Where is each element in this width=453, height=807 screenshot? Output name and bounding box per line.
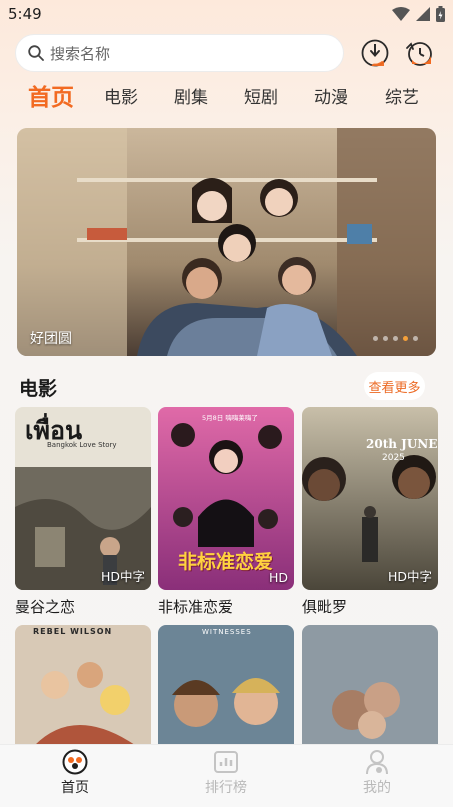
poster-image [302, 625, 438, 745]
nav-label: 排行榜 [205, 780, 247, 796]
poster-subtitle-text: 5月8日 嗨嗨莱嗨了 [202, 414, 258, 422]
tab-series[interactable]: 剧集 [174, 80, 208, 116]
download-icon[interactable] [360, 38, 390, 68]
featured-banner[interactable]: 好团圆 [17, 128, 436, 356]
movie-poster: 20th JUNE 2025 HD中字 [302, 407, 438, 590]
search-placeholder: 搜索名称 [50, 44, 111, 63]
history-icon[interactable] [404, 38, 434, 68]
nav-profile[interactable]: 我的 [337, 749, 417, 797]
movie-title: 非标准恋爱 [158, 598, 234, 616]
nav-ranking[interactable]: 排行榜 [186, 749, 266, 797]
nav-label: 首页 [61, 780, 89, 796]
tab-variety[interactable]: 综艺 [385, 80, 419, 116]
movie-card[interactable]: เพื่อน Bangkok Love Story HD中字 曼谷之恋 [15, 407, 151, 617]
movie-poster[interactable] [302, 625, 438, 745]
poster-title-text: 非标准恋爱 [178, 551, 274, 573]
poster-image [158, 625, 294, 745]
poster-subtitle-text: Bangkok Love Story [47, 441, 117, 449]
category-tabs: 首页 电影 剧集 短剧 动漫 综艺 [0, 80, 453, 116]
movie-title: 俱毗罗 [302, 598, 348, 616]
home-icon [62, 749, 88, 775]
pagination-dot [393, 336, 398, 341]
profile-icon [366, 750, 388, 775]
search-input[interactable]: 搜索名称 [15, 34, 344, 72]
quality-badge: HD中字 [387, 569, 432, 584]
banner-pagination [373, 336, 418, 341]
poster-title-text: REBEL WILSON [33, 627, 113, 636]
movie-card[interactable]: 非标准恋爱 5月8日 嗨嗨莱嗨了 HD 非标准恋爱 [158, 407, 294, 617]
section-title-movies: 电影 [19, 378, 58, 400]
nav-label: 我的 [363, 780, 391, 796]
tab-shorts[interactable]: 短剧 [244, 80, 278, 116]
movie-poster: 非标准恋爱 5月8日 嗨嗨莱嗨了 HD [158, 407, 294, 590]
status-time: 5:49 [8, 5, 42, 23]
view-more-button[interactable]: 查看更多 [364, 372, 425, 400]
quality-badge: HD [268, 570, 288, 585]
tab-movies[interactable]: 电影 [104, 80, 138, 116]
status-icons [392, 6, 445, 22]
pagination-dot [373, 336, 378, 341]
movie-poster[interactable]: WITNESSES [158, 625, 294, 745]
pagination-dot [413, 336, 418, 341]
poster-title-text: 20th JUNE [366, 437, 438, 451]
signal-icon [416, 7, 430, 21]
ranking-icon [214, 751, 238, 773]
tab-anime[interactable]: 动漫 [314, 80, 348, 116]
movie-card[interactable]: 20th JUNE 2025 HD中字 俱毗罗 [302, 407, 438, 617]
poster-image [15, 625, 151, 745]
pagination-dot-active [403, 336, 408, 341]
banner-image [17, 128, 436, 356]
search-icon [28, 45, 44, 61]
nav-home[interactable]: 首页 [35, 749, 115, 797]
bottom-navigation: 首页 排行榜 我的 [0, 744, 453, 807]
wifi-icon [392, 7, 410, 21]
movie-poster[interactable]: REBEL WILSON [15, 625, 151, 745]
banner-title: 好团圆 [30, 331, 72, 347]
battery-icon [436, 6, 445, 22]
status-bar: 5:49 [0, 0, 453, 30]
poster-subtitle-text: 2025 [382, 453, 405, 463]
pagination-dot [383, 336, 388, 341]
movie-poster: เพื่อน Bangkok Love Story HD中字 [15, 407, 151, 590]
movie-title: 曼谷之恋 [15, 598, 76, 616]
tab-home[interactable]: 首页 [28, 80, 74, 116]
quality-badge: HD中字 [100, 569, 145, 584]
poster-title-text: WITNESSES [202, 628, 252, 636]
poster-image [302, 407, 438, 590]
